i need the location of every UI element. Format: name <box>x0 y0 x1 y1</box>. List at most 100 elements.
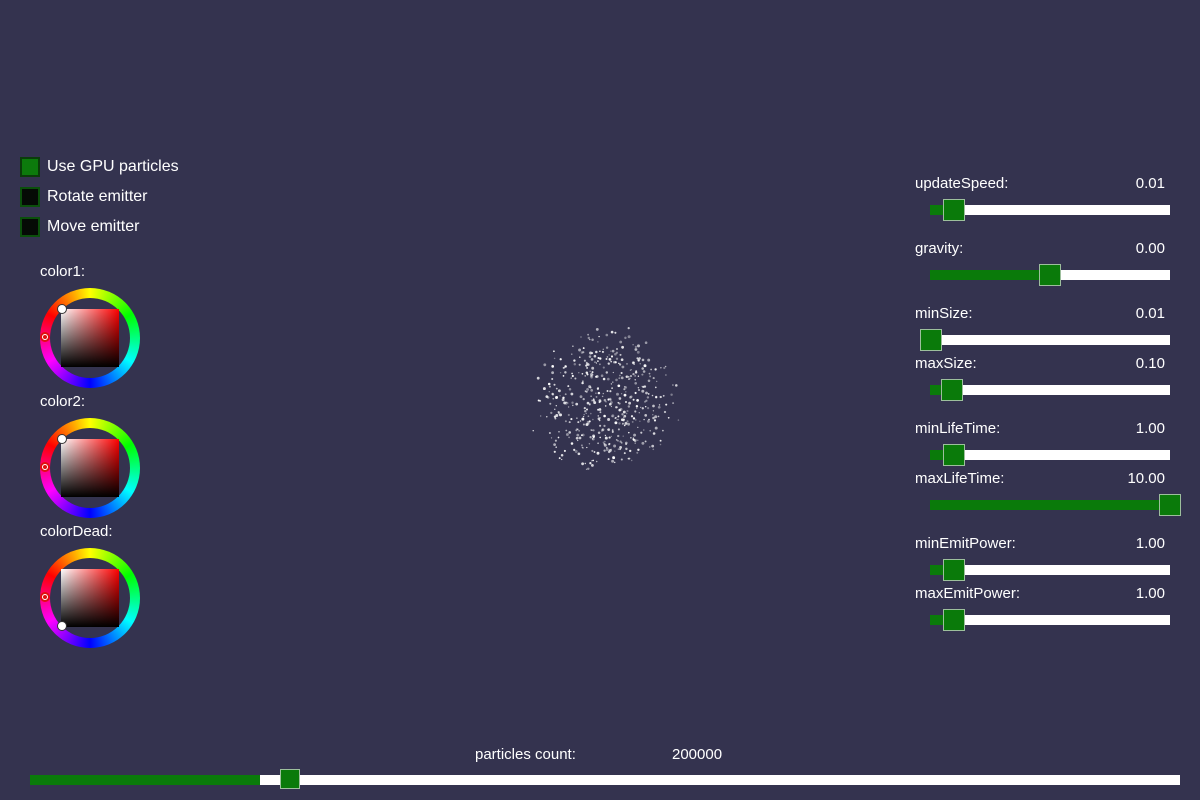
slider-thumb[interactable] <box>1039 264 1061 286</box>
slider-thumb[interactable] <box>943 444 965 466</box>
particle <box>588 443 591 445</box>
color1-picker[interactable] <box>40 288 140 388</box>
particle <box>576 433 580 437</box>
slider-fill <box>930 500 1170 510</box>
particle <box>592 418 594 421</box>
particle <box>575 402 579 406</box>
particle <box>604 434 607 437</box>
particle <box>595 362 598 364</box>
slider-value: 0.00 <box>1135 240 1165 257</box>
particle <box>599 350 601 353</box>
particle <box>551 371 554 375</box>
slider-track[interactable] <box>920 329 1170 351</box>
saturation-handle[interactable] <box>57 304 67 314</box>
particle <box>636 407 638 409</box>
particle <box>630 415 634 418</box>
particle <box>647 358 651 362</box>
particle <box>609 397 612 400</box>
slider-track[interactable] <box>930 444 1170 466</box>
particles-count-value: 200000 <box>672 746 723 763</box>
color2-picker[interactable] <box>40 418 140 518</box>
slider-thumb[interactable] <box>280 769 300 789</box>
hue-handle[interactable] <box>40 332 50 342</box>
slider-thumb[interactable] <box>1159 494 1181 516</box>
particle <box>629 449 632 453</box>
particle <box>597 341 599 343</box>
particle <box>584 375 586 377</box>
slider-label: minSize: <box>915 305 973 322</box>
particle <box>587 336 591 340</box>
checkbox-box[interactable] <box>20 217 40 237</box>
slider-track[interactable] <box>930 264 1170 286</box>
particle <box>597 417 601 420</box>
particle <box>629 369 632 371</box>
particles-count-slider[interactable] <box>30 769 1180 789</box>
slider-thumb[interactable] <box>920 329 942 351</box>
particle <box>578 436 582 440</box>
particle <box>641 367 644 370</box>
saturation-value-square[interactable] <box>61 439 119 497</box>
slider-thumb[interactable] <box>943 559 965 581</box>
checkbox-rotate-emitter[interactable]: Rotate emitter <box>20 187 147 207</box>
particle <box>595 392 597 394</box>
saturation-value-square[interactable] <box>61 309 119 367</box>
colordead-label: colorDead: <box>40 523 113 540</box>
slider-track[interactable] <box>930 379 1170 401</box>
particle <box>611 430 614 433</box>
particle <box>659 395 662 399</box>
particle <box>634 442 636 444</box>
particle <box>610 435 612 438</box>
particle <box>564 371 567 374</box>
hue-handle[interactable] <box>40 592 50 602</box>
hue-handle[interactable] <box>40 462 50 472</box>
checkbox-box[interactable] <box>20 187 40 207</box>
particle <box>610 350 612 352</box>
particle <box>623 424 626 427</box>
particle <box>603 414 606 418</box>
particle <box>634 381 638 385</box>
saturation-handle[interactable] <box>57 434 67 444</box>
slider-track[interactable] <box>930 559 1170 581</box>
particle <box>582 415 585 418</box>
particle <box>579 356 581 358</box>
checkbox-box[interactable] <box>20 157 40 177</box>
particle <box>624 421 628 425</box>
slider-track[interactable] <box>930 494 1181 516</box>
particle <box>619 374 621 377</box>
particle <box>643 429 645 431</box>
particle <box>550 411 553 415</box>
particle <box>617 415 620 418</box>
particle <box>574 377 577 380</box>
particle <box>632 372 635 376</box>
particle <box>618 397 622 400</box>
particle <box>654 368 657 371</box>
particle <box>574 450 578 453</box>
particle <box>580 444 583 447</box>
particle <box>641 373 644 376</box>
saturation-value-square[interactable] <box>61 569 119 627</box>
slider-thumb[interactable] <box>943 199 965 221</box>
slider-thumb[interactable] <box>940 379 963 401</box>
particle <box>542 387 546 391</box>
particle <box>643 364 647 368</box>
checkbox-move-emitter[interactable]: Move emitter <box>20 217 139 237</box>
particle <box>635 404 639 408</box>
particle <box>618 377 621 380</box>
particle <box>596 451 600 455</box>
particle <box>621 365 625 369</box>
slider-value: 0.10 <box>1135 355 1165 372</box>
particle <box>632 344 634 346</box>
particle <box>563 449 566 452</box>
slider-thumb[interactable] <box>943 609 965 631</box>
particle <box>557 436 560 439</box>
slider-track[interactable] <box>930 609 1170 631</box>
particle <box>607 458 610 461</box>
particle <box>615 357 619 360</box>
particle <box>597 391 601 395</box>
checkbox-use-gpu-particles[interactable]: Use GPU particles <box>20 157 179 177</box>
slider-track[interactable] <box>930 199 1170 221</box>
colordead-picker[interactable] <box>40 548 140 648</box>
particle <box>589 338 591 341</box>
particle <box>555 405 557 407</box>
saturation-handle[interactable] <box>57 621 67 631</box>
